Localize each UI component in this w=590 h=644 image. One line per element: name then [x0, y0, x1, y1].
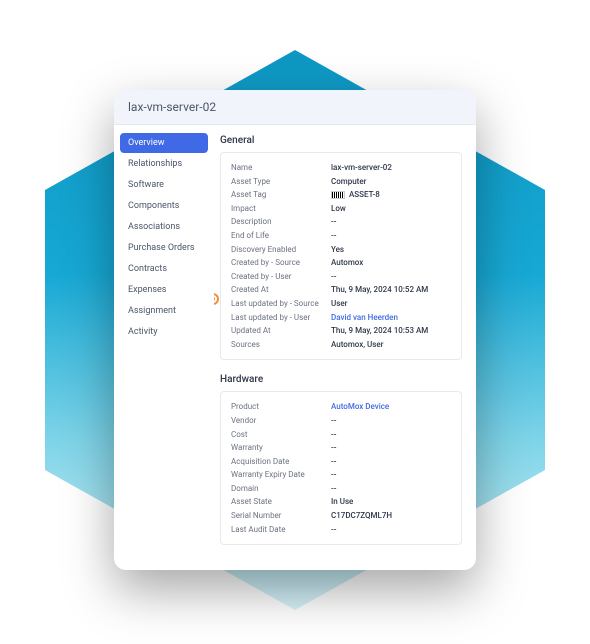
field-label: Asset Tag: [231, 188, 331, 202]
field-value: Automox: [331, 256, 363, 270]
field-value: --: [331, 455, 336, 469]
field-value: In Use: [331, 495, 353, 509]
sidebar-item-components[interactable]: Components: [120, 196, 208, 216]
field-value: --: [331, 482, 336, 496]
field-label: Impact: [231, 202, 331, 216]
field-label: Name: [231, 161, 331, 175]
field-value: --: [331, 428, 336, 442]
field-value: --: [331, 270, 336, 284]
barcode-icon: [331, 191, 345, 199]
field-row: Created by - User--: [231, 270, 451, 284]
field-value: --: [331, 414, 336, 428]
field-label: Domain: [231, 482, 331, 496]
field-label: Asset State: [231, 495, 331, 509]
sidebar-item-overview[interactable]: Overview: [120, 133, 208, 153]
field-row: Cost--: [231, 428, 451, 442]
field-row: Updated AtThu, 9 May, 2024 10:53 AM: [231, 324, 451, 338]
section-hardware: ProductAutoMox DeviceVendor--Cost--Warra…: [220, 391, 462, 545]
field-value: ASSET-8: [331, 188, 380, 202]
field-row: Warranty--: [231, 441, 451, 455]
field-row: Last updated by - SourceUser: [231, 297, 451, 311]
section-general: Namelax-vm-server-02Asset TypeComputerAs…: [220, 152, 462, 360]
field-label: Created by - User: [231, 270, 331, 284]
field-row: Discovery EnabledYes: [231, 243, 451, 257]
field-value: --: [331, 523, 336, 537]
field-value: lax-vm-server-02: [331, 161, 392, 175]
field-label: Cost: [231, 428, 331, 442]
sidebar: Overview Relationships Software Componen…: [114, 125, 214, 570]
field-value[interactable]: David van Heerden: [331, 311, 398, 325]
field-row: Asset StateIn Use: [231, 495, 451, 509]
field-label: Created by - Source: [231, 256, 331, 270]
field-row: Acquisition Date--: [231, 455, 451, 469]
field-value: --: [331, 441, 336, 455]
field-value: Automox, User: [331, 338, 384, 352]
field-label: Last updated by - Source: [231, 297, 331, 311]
field-label: End of Life: [231, 229, 331, 243]
card-body: Overview Relationships Software Componen…: [114, 125, 476, 570]
field-value: C17DC7ZQML7H: [331, 509, 392, 523]
field-value: Low: [331, 202, 346, 216]
field-value: Thu, 9 May, 2024 10:53 AM: [331, 324, 428, 338]
field-label: Warranty Expiry Date: [231, 468, 331, 482]
field-label: Asset Type: [231, 175, 331, 189]
section-title-hardware: Hardware: [220, 374, 462, 385]
sidebar-item-purchase-orders[interactable]: Purchase Orders: [120, 238, 208, 258]
field-value: User: [331, 297, 347, 311]
field-row: ImpactLow: [231, 202, 451, 216]
field-row: Last updated by - UserDavid van Heerden: [231, 311, 451, 325]
asset-detail-card: lax-vm-server-02 Overview Relationships …: [114, 90, 476, 570]
sidebar-item-associations[interactable]: Associations: [120, 217, 208, 237]
field-label: Sources: [231, 338, 331, 352]
sidebar-item-software[interactable]: Software: [120, 175, 208, 195]
main-content: General Namelax-vm-server-02Asset TypeCo…: [214, 125, 476, 570]
field-label: Serial Number: [231, 509, 331, 523]
field-label: Last Audit Date: [231, 523, 331, 537]
field-label: Vendor: [231, 414, 331, 428]
field-label: Discovery Enabled: [231, 243, 331, 257]
field-value[interactable]: AutoMox Device: [331, 400, 389, 414]
field-row: Asset TagASSET-8: [231, 188, 451, 202]
field-label: Created At: [231, 283, 331, 297]
field-row: End of Life--: [231, 229, 451, 243]
sidebar-item-contracts[interactable]: Contracts: [120, 259, 208, 279]
field-value: Yes: [331, 243, 344, 257]
sidebar-item-expenses[interactable]: Expenses: [120, 280, 208, 300]
field-label: Warranty: [231, 441, 331, 455]
annotation-marker-icon: [214, 293, 219, 305]
field-row: Vendor--: [231, 414, 451, 428]
card-header: lax-vm-server-02: [114, 90, 476, 125]
sidebar-item-activity[interactable]: Activity: [120, 322, 208, 342]
section-title-general: General: [220, 135, 462, 146]
field-label: Description: [231, 215, 331, 229]
field-label: Acquisition Date: [231, 455, 331, 469]
field-label: Updated At: [231, 324, 331, 338]
field-value: --: [331, 215, 336, 229]
field-row: Asset TypeComputer: [231, 175, 451, 189]
field-row: Created AtThu, 9 May, 2024 10:52 AM: [231, 283, 451, 297]
sidebar-item-relationships[interactable]: Relationships: [120, 154, 208, 174]
field-row: Serial NumberC17DC7ZQML7H: [231, 509, 451, 523]
page-title: lax-vm-server-02: [128, 100, 462, 114]
field-value: --: [331, 229, 336, 243]
field-row: Warranty Expiry Date--: [231, 468, 451, 482]
field-value: --: [331, 468, 336, 482]
field-label: Product: [231, 400, 331, 414]
field-row: SourcesAutomox, User: [231, 338, 451, 352]
field-label: Last updated by - User: [231, 311, 331, 325]
field-row: Created by - SourceAutomox: [231, 256, 451, 270]
field-row: Namelax-vm-server-02: [231, 161, 451, 175]
sidebar-item-assignment[interactable]: Assignment: [120, 301, 208, 321]
field-row: Description--: [231, 215, 451, 229]
field-value: Thu, 9 May, 2024 10:52 AM: [331, 283, 428, 297]
field-row: Domain--: [231, 482, 451, 496]
field-row: ProductAutoMox Device: [231, 400, 451, 414]
field-row: Last Audit Date--: [231, 523, 451, 537]
field-value: Computer: [331, 175, 366, 189]
